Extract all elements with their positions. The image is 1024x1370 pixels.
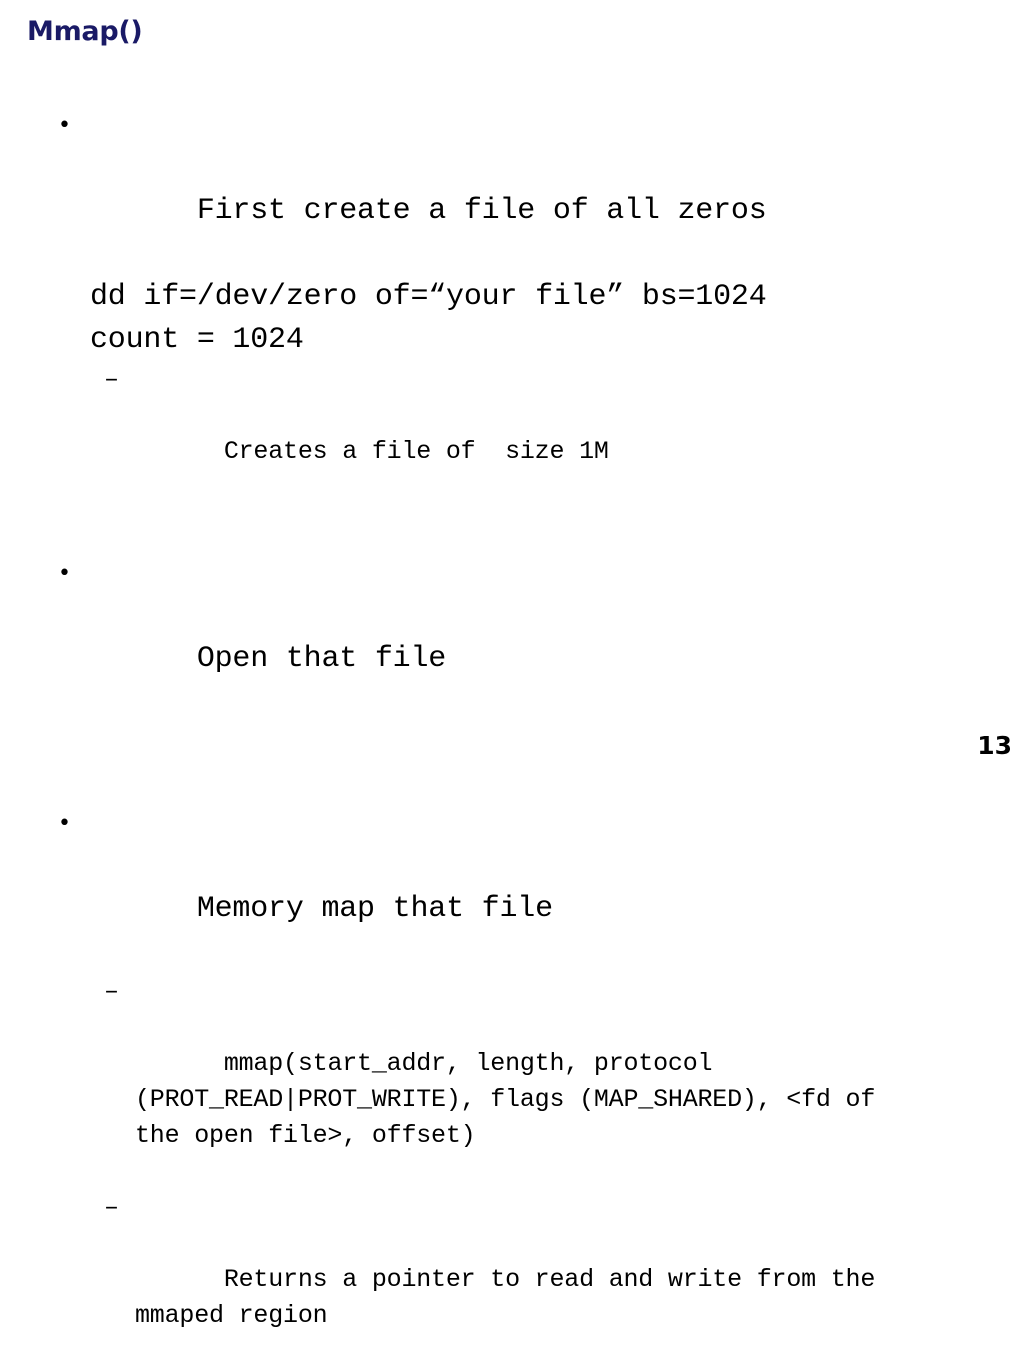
slide-body: • First create a file of all zeros dd if… xyxy=(0,104,1024,1370)
dash-icon: – xyxy=(104,977,119,1006)
page-number: 13 xyxy=(977,731,1012,760)
bullet-item: • Open that file xyxy=(0,552,1024,724)
dash-icon: – xyxy=(104,365,119,394)
page-title: Mmap() xyxy=(27,16,143,47)
bullet-dot-icon: • xyxy=(58,811,71,836)
sub-bullet-text: mmap(start_addr, length, protocol (PROT_… xyxy=(135,1049,890,1150)
slide-canvas: Mmap() • First create a file of all zero… xyxy=(0,0,1024,1330)
sub-bullet-item: – Returns a pointer to read and write fr… xyxy=(0,1190,915,1370)
sub-bullet-text: Creates a file of size 1M xyxy=(223,437,609,466)
bullet-continuation-line: dd if=/dev/zero of=“your file” bs=1024 xyxy=(90,280,767,314)
bullet-text: First create a file of all zeros xyxy=(196,194,767,228)
bullet-text: Open that file xyxy=(196,642,447,676)
bullet-dot-icon: • xyxy=(58,113,71,138)
bullet-item: • First create a file of all zeros xyxy=(0,104,1024,276)
sub-bullet-item: – Creates a file of size 1M xyxy=(0,362,915,506)
sub-bullet-text: Returns a pointer to read and write from… xyxy=(135,1265,890,1330)
dash-icon: – xyxy=(104,1193,119,1222)
bullet-continuation-line: count = 1024 xyxy=(90,323,304,357)
bullet-dot-icon: • xyxy=(58,561,71,586)
sub-bullet-item: – mmap(start_addr, length, protocol (PRO… xyxy=(0,974,915,1190)
bullet-text: Memory map that file xyxy=(196,892,553,926)
bullet-item: • Memory map that file xyxy=(0,802,1024,974)
